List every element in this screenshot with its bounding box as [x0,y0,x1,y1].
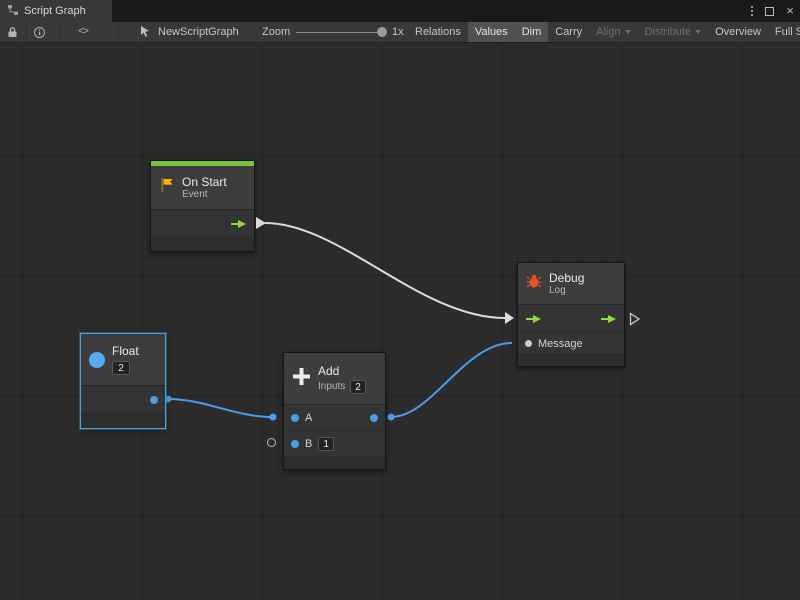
node-title: On Start [182,175,227,189]
connection-flow-onstart-debuglog[interactable] [265,223,505,318]
toolbar-separator [118,25,119,39]
unconnected-port-ring[interactable] [267,438,276,447]
node-debug-log[interactable]: Debug Log Message [517,262,625,367]
input-port-a[interactable] [291,414,299,422]
port-row [151,210,254,238]
toolbar-buttons: Relations Values Dim Carry Align Distrib… [408,22,800,42]
connections-layer [0,43,800,600]
node-add[interactable]: Add Inputs 2 A B 1 [283,352,386,470]
node-header: On Start Event [151,166,254,210]
node-footer [81,414,165,428]
value-output-port[interactable] [150,396,158,404]
carry-button[interactable]: Carry [548,22,589,42]
relations-button[interactable]: Relations [408,22,468,42]
graph-name-label: NewScriptGraph [158,22,239,42]
code-icon[interactable]: <> [78,22,88,42]
distribute-button[interactable]: Distribute [638,22,708,42]
tab-title: Script Graph [24,5,86,17]
overview-button[interactable]: Overview [708,22,768,42]
message-port-row: Message [518,333,624,355]
port-label: Message [538,338,583,350]
node-title: Debug [549,271,584,285]
plus-icon [292,367,311,391]
node-subtitle: Event [182,189,227,201]
port-row [81,386,165,414]
toolbar-separator [60,25,61,39]
maximize-icon[interactable] [765,7,774,16]
close-icon[interactable]: × [786,0,794,22]
flow-port-triangle-hollow[interactable] [629,312,641,326]
connection-value-add-debuglog[interactable] [391,343,512,417]
flow-output-arrow-icon[interactable] [600,314,617,324]
port-b-value-input[interactable]: 1 [318,437,334,451]
tab-bar: Script Graph × [0,0,800,22]
connection-value-float-add[interactable] [168,399,273,417]
port-label: A [305,412,312,424]
dropdown-caret-icon [695,30,701,34]
graph-tab-icon [7,4,19,19]
sum-output-port[interactable] [370,414,378,422]
inputs-count-input[interactable]: 2 [350,380,366,394]
connection-arrowhead-icon [505,312,514,324]
input-port-b[interactable] [291,440,299,448]
toolbar-separator [26,25,27,39]
menu-icon[interactable] [751,6,753,16]
flow-input-arrow-icon[interactable] [525,314,542,324]
node-float[interactable]: Float 2 [80,333,166,429]
graph-canvas[interactable]: On Start Event Float 2 [0,43,800,600]
node-on-start[interactable]: On Start Event [150,160,255,252]
node-header: Float 2 [81,334,165,386]
flag-icon [159,177,175,198]
flow-port-row [518,305,624,333]
inputs-label: Inputs [318,381,345,393]
dropdown-caret-icon [625,30,631,34]
flow-port-triangle[interactable] [256,217,266,229]
values-button[interactable]: Values [468,22,515,42]
message-input-port[interactable] [525,340,532,347]
port-row-b: B 1 [284,431,385,457]
zoom-slider-knob[interactable] [377,27,387,37]
dim-button[interactable]: Dim [515,22,549,42]
port-row-a: A [284,405,385,431]
node-footer [518,355,624,366]
node-title: Add [318,364,366,378]
graph-toolbar: <> NewScriptGraph Zoom 1x Relations Valu… [0,22,800,43]
zoom-value: 1x [392,22,404,42]
flow-output-arrow-icon[interactable] [230,219,247,229]
node-footer [151,238,254,251]
node-title: Float [112,344,139,358]
info-icon[interactable] [33,22,46,42]
node-header: Debug Log [518,263,624,305]
align-button[interactable]: Align [589,22,637,42]
window-controls: × [751,0,794,22]
node-footer [284,457,385,469]
lock-icon[interactable] [7,22,18,42]
pointer-icon[interactable] [140,22,151,42]
node-header: Add Inputs 2 [284,353,385,405]
fullscreen-button[interactable]: Full S [768,22,800,42]
node-subtitle: Log [549,285,584,297]
zoom-slider-track[interactable] [296,32,386,33]
float-circle-icon [89,352,105,368]
port-label: B [305,438,312,450]
tab-script-graph[interactable]: Script Graph [0,0,112,22]
zoom-label: Zoom [262,22,290,42]
bug-icon [526,273,542,294]
float-value-input[interactable]: 2 [112,361,130,375]
